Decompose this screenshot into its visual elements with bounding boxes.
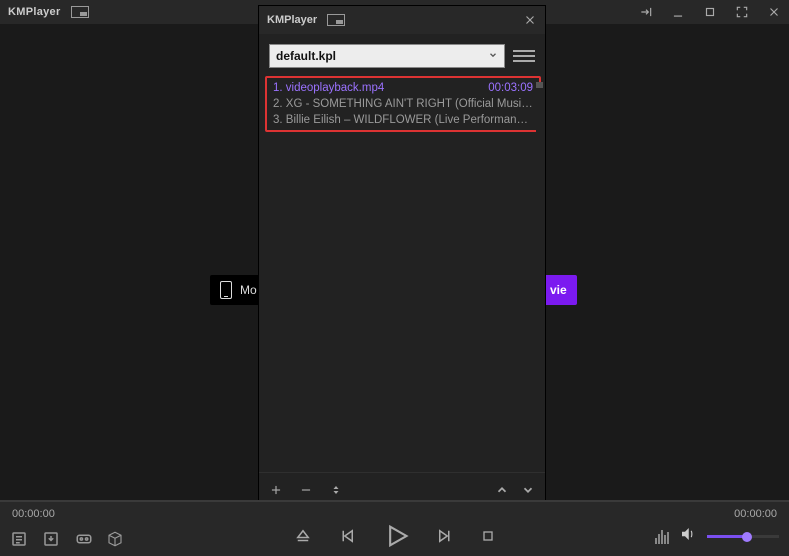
playlist-select-value: default.kpl bbox=[276, 49, 336, 63]
maximize-icon[interactable] bbox=[703, 5, 717, 19]
minimize-icon[interactable] bbox=[671, 5, 685, 19]
vr-icon[interactable] bbox=[74, 530, 92, 548]
previous-icon[interactable] bbox=[338, 527, 356, 545]
chevron-down-icon bbox=[488, 49, 498, 63]
playlist-item-text: 2. XG - SOMETHING AIN'T RIGHT (Official … bbox=[273, 98, 533, 110]
playlist-menu-icon[interactable] bbox=[513, 45, 535, 67]
playlist-items-highlight: 1. videoplayback.mp4 00:03:09 2. XG - SO… bbox=[265, 76, 541, 132]
playlist-pip-icon[interactable] bbox=[327, 14, 345, 26]
pip-icon[interactable] bbox=[71, 6, 89, 18]
playlist-item-text: 3. Billie Eilish – WILDFLOWER (Live Perf… bbox=[273, 114, 533, 126]
time-elapsed: 00:00:00 bbox=[12, 508, 55, 520]
volume-icon[interactable] bbox=[679, 525, 697, 548]
phone-icon bbox=[220, 281, 232, 299]
volume-slider[interactable] bbox=[707, 535, 779, 538]
volume-thumb[interactable] bbox=[742, 532, 752, 542]
playlist-item[interactable]: 1. videoplayback.mp4 00:03:09 bbox=[269, 80, 537, 96]
download-icon[interactable] bbox=[42, 530, 60, 548]
playlist-close-icon[interactable] bbox=[523, 13, 537, 27]
remove-icon[interactable] bbox=[299, 483, 313, 497]
playlist-scrollbar-thumb[interactable] bbox=[536, 82, 543, 88]
control-bar: 00:00:00 00:00:00 bbox=[0, 500, 789, 556]
progress-bar[interactable] bbox=[0, 500, 789, 502]
time-total: 00:00:00 bbox=[734, 508, 777, 520]
playlist-item-text: 1. videoplayback.mp4 bbox=[273, 82, 482, 94]
next-icon[interactable] bbox=[436, 527, 454, 545]
move-up-icon[interactable] bbox=[495, 483, 509, 497]
playlist-scrollbar[interactable] bbox=[536, 82, 543, 462]
movie-label: vie bbox=[550, 283, 567, 297]
playlist-title: KMPlayer bbox=[267, 14, 317, 26]
playlist-icon[interactable] bbox=[10, 530, 28, 548]
equalizer-icon[interactable] bbox=[655, 530, 669, 544]
playlist-select[interactable]: default.kpl bbox=[269, 44, 505, 68]
pin-icon[interactable] bbox=[639, 5, 653, 19]
playlist-titlebar[interactable]: KMPlayer bbox=[259, 6, 545, 34]
close-icon[interactable] bbox=[767, 5, 781, 19]
mobile-label: Mo bbox=[240, 283, 257, 297]
playlist-item-duration: 00:03:09 bbox=[488, 82, 533, 94]
playlist-item[interactable]: 3. Billie Eilish – WILDFLOWER (Live Perf… bbox=[269, 112, 537, 128]
fullscreen-icon[interactable] bbox=[735, 5, 749, 19]
stop-icon[interactable] bbox=[480, 528, 496, 544]
app-title: KMPlayer bbox=[8, 6, 61, 18]
eject-icon[interactable] bbox=[294, 527, 312, 545]
playlist-panel: KMPlayer default.kpl 1. videoplayback.mp… bbox=[258, 5, 546, 507]
play-icon[interactable] bbox=[382, 522, 410, 550]
move-down-icon[interactable] bbox=[521, 483, 535, 497]
add-icon[interactable] bbox=[269, 483, 283, 497]
sort-icon[interactable] bbox=[329, 483, 343, 497]
playlist-item[interactable]: 2. XG - SOMETHING AIN'T RIGHT (Official … bbox=[269, 96, 537, 112]
cube-icon[interactable] bbox=[106, 530, 124, 548]
